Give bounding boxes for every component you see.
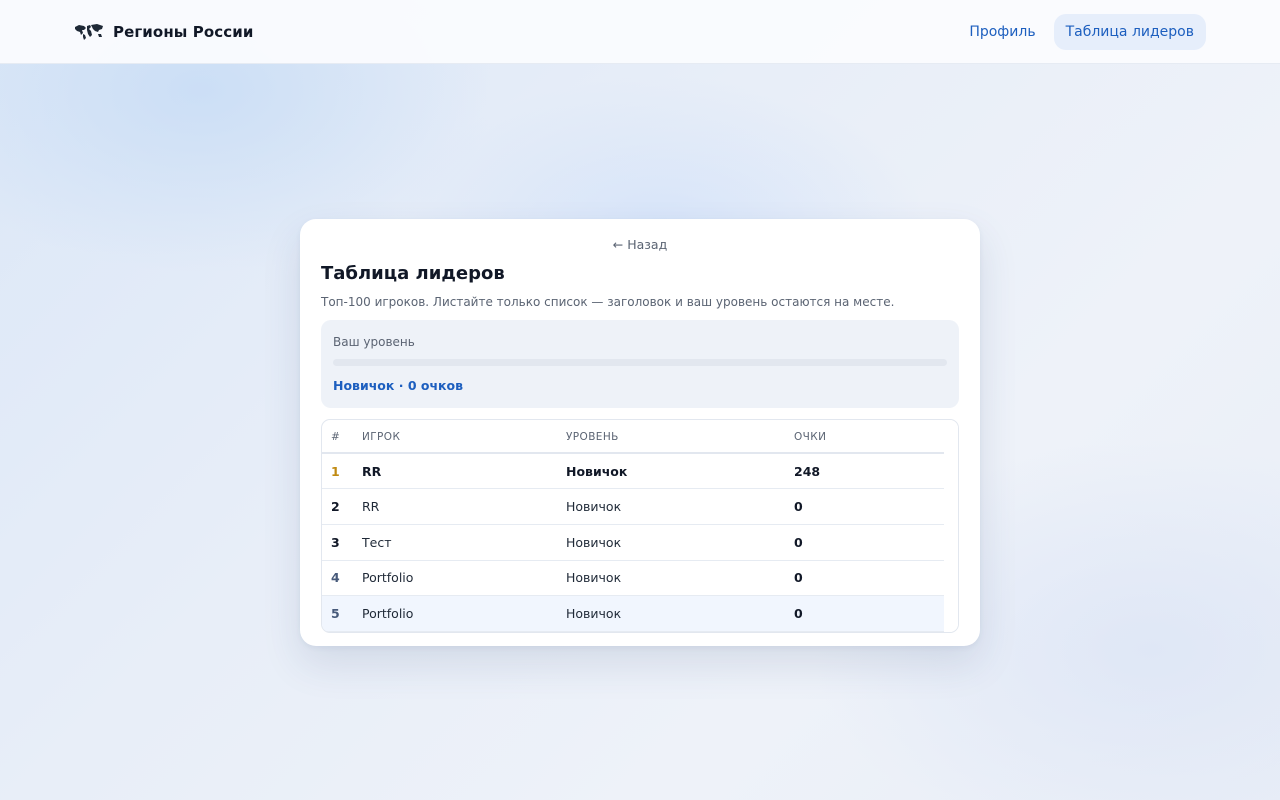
table-row: 1 RR Новичок 248 — [322, 453, 944, 490]
leaderboard-scroll-area[interactable]: # ИГРОК УРОВЕНЬ ОЧКИ 1 RR Новичок 248 2 — [322, 420, 944, 632]
points-cell: 248 — [794, 453, 944, 490]
world-map-icon — [74, 23, 104, 40]
level-value: Новичок · 0 очков — [333, 378, 464, 393]
points-cell: 0 — [794, 488, 944, 525]
points-cell: 0 — [794, 595, 944, 632]
rank-cell: 3 — [322, 524, 362, 561]
level-cell: Новичок — [566, 524, 794, 561]
player-cell: Тест — [362, 524, 566, 561]
level-cell: Новичок — [566, 560, 794, 597]
player-cell: RR — [362, 488, 566, 525]
main-nav: Профиль Таблица лидеров — [957, 13, 1206, 50]
leaderboard-table: # ИГРОК УРОВЕНЬ ОЧКИ 1 RR Новичок 248 2 — [322, 420, 944, 632]
rank-cell: 4 — [322, 560, 362, 597]
rank-cell: 2 — [322, 488, 362, 525]
table-row: 4 Portfolio Новичок 0 — [322, 560, 944, 597]
table-header-row: # ИГРОК УРОВЕНЬ ОЧКИ — [322, 420, 944, 454]
player-cell: Portfolio — [362, 595, 566, 632]
column-header-points: ОЧКИ — [794, 420, 944, 454]
level-progress-bar — [333, 359, 947, 366]
points-cell: 0 — [794, 560, 944, 597]
table-row: 3 Тест Новичок 0 — [322, 524, 944, 561]
player-cell: RR — [362, 453, 566, 490]
table-row: 5 Portfolio Новичок 0 — [322, 595, 944, 632]
level-cell: Новичок — [566, 595, 794, 632]
leaderboard-table-container[interactable]: # ИГРОК УРОВЕНЬ ОЧКИ 1 RR Новичок 248 2 — [321, 419, 959, 633]
page-subtitle: Топ-100 игроков. Листайте только список … — [321, 295, 895, 309]
nav-leaderboard-link[interactable]: Таблица лидеров — [1053, 13, 1206, 50]
nav-profile-link[interactable]: Профиль — [957, 14, 1047, 50]
points-cell: 0 — [794, 524, 944, 561]
rank-cell: 5 — [322, 595, 362, 632]
app-title: Регионы России — [113, 22, 254, 41]
table-scrollbar[interactable] — [944, 420, 958, 632]
back-link[interactable]: ← Назад — [321, 237, 959, 253]
page-title: Таблица лидеров — [321, 263, 505, 284]
column-header-level: УРОВЕНЬ — [566, 420, 794, 454]
level-label: Ваш уровень — [333, 335, 415, 349]
top-header: Регионы России Профиль Таблица лидеров — [0, 0, 1280, 64]
rank-cell: 1 — [322, 453, 362, 490]
leaderboard-card: ← Назад Таблица лидеров Топ-100 игроков.… — [300, 219, 980, 646]
level-cell: Новичок — [566, 453, 794, 490]
table-row: 2 RR Новичок 0 — [322, 488, 944, 525]
user-level-panel: Ваш уровень Новичок · 0 очков — [321, 320, 959, 408]
column-header-player: ИГРОК — [362, 420, 566, 454]
level-cell: Новичок — [566, 488, 794, 525]
column-header-rank: # — [322, 420, 362, 454]
brand[interactable]: Регионы России — [74, 23, 253, 41]
player-cell: Portfolio — [362, 560, 566, 597]
